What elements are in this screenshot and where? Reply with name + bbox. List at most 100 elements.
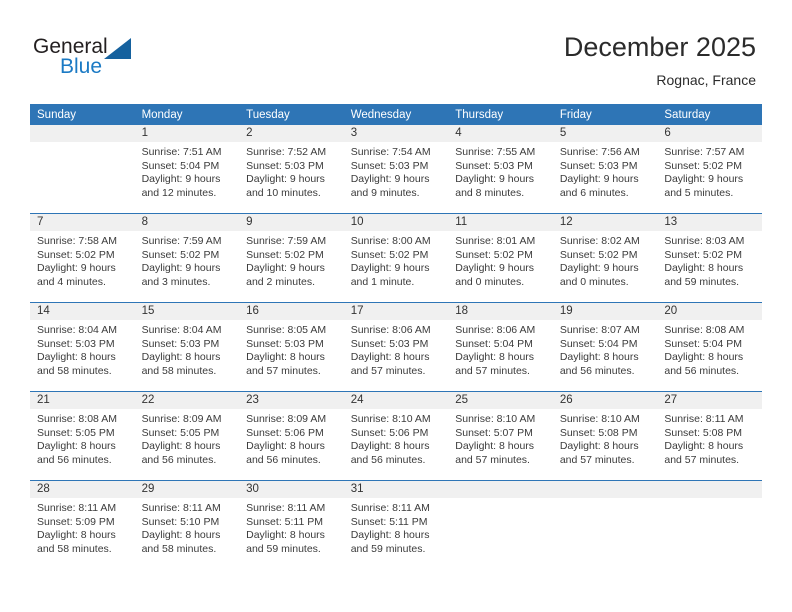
day-cell-empty: [552, 481, 658, 569]
day-cell[interactable]: 12 Sunrise: 8:02 AM Sunset: 5:02 PM Dayligh…: [552, 214, 658, 302]
day-details: Sunrise: 8:09 AM Sunset: 5:06 PM Daylight:…: [239, 409, 344, 467]
sunset-text: Sunset: 5:03 PM: [37, 337, 115, 350]
day-cell[interactable]: 20 Sunrise: 8:08 AM Sunset: 5:04 PM Dayligh…: [657, 303, 762, 391]
day-cell[interactable]: 14 Sunrise: 8:04 AM Sunset: 5:03 PM Dayligh…: [30, 303, 135, 391]
day-cell[interactable]: 13 Sunrise: 8:03 AM Sunset: 5:02 PM Dayligh…: [657, 214, 762, 302]
sunset-text: Sunset: 5:02 PM: [350, 248, 429, 261]
calendar-cell: 7 Sunrise: 7:58 AM Sunset: 5:02 PM Daylight…: [30, 213, 135, 303]
logo-triangle-icon: [104, 38, 131, 59]
generalblue-logo[interactable]: General Blue: [33, 36, 153, 84]
day-cell[interactable]: 26 Sunrise: 8:10 AM Sunset: 5:08 PM Dayligh…: [552, 392, 658, 480]
day-cell[interactable]: 22 Sunrise: 8:09 AM Sunset: 5:05 PM Dayligh…: [134, 392, 240, 480]
day-cell[interactable]: 9 Sunrise: 7:59 AM Sunset: 5:02 PM Daylight…: [239, 214, 344, 302]
sunrise-text: Sunrise: 8:08 AM: [37, 413, 117, 425]
day-cell[interactable]: 10 Sunrise: 8:00 AM Sunset: 5:02 PM Dayligh…: [343, 214, 449, 302]
daylight-text: Daylight: 9 hours: [559, 262, 639, 275]
day-cell[interactable]: 25 Sunrise: 8:10 AM Sunset: 5:07 PM Dayligh…: [448, 392, 553, 480]
calendar-cell: 8 Sunrise: 7:59 AM Sunset: 5:02 PM Daylight…: [134, 213, 240, 303]
day-cell[interactable]: 15 Sunrise: 8:04 AM Sunset: 5:03 PM Dayligh…: [134, 303, 240, 391]
day-cell[interactable]: 18 Sunrise: 8:06 AM Sunset: 5:04 PM Dayligh…: [448, 303, 553, 391]
day-number: [30, 125, 135, 142]
day-number: 24: [343, 392, 449, 409]
daylight-text-cont: and 57 minutes.: [559, 453, 635, 466]
day-cell[interactable]: 2 Sunrise: 7:52 AM Sunset: 5:03 PM Daylight…: [239, 125, 344, 213]
calendar-cell: 21 Sunrise: 8:08 AM Sunset: 5:05 PM Dayligh…: [30, 391, 135, 481]
calendar-cell: 10 Sunrise: 8:00 AM Sunset: 5:02 PM Dayligh…: [343, 213, 449, 303]
day-number: 30: [239, 481, 344, 498]
day-cell[interactable]: 29 Sunrise: 8:11 AM Sunset: 5:10 PM Dayligh…: [134, 481, 240, 569]
calendar-cell: 23 Sunrise: 8:09 AM Sunset: 5:06 PM Dayligh…: [239, 391, 344, 481]
day-cell[interactable]: 7 Sunrise: 7:58 AM Sunset: 5:02 PM Daylight…: [30, 214, 135, 302]
day-cell[interactable]: 16 Sunrise: 8:05 AM Sunset: 5:03 PM Dayligh…: [239, 303, 344, 391]
day-cell[interactable]: 19 Sunrise: 8:07 AM Sunset: 5:04 PM Dayligh…: [552, 303, 658, 391]
daylight-text-cont: and 0 minutes.: [455, 275, 525, 288]
day-cell[interactable]: 1 Sunrise: 7:51 AM Sunset: 5:04 PM Daylight…: [134, 125, 240, 213]
sunrise-text: Sunrise: 8:10 AM: [455, 413, 536, 425]
sunset-text: Sunset: 5:04 PM: [141, 159, 220, 172]
calendar-cell: [448, 480, 553, 569]
day-cell[interactable]: 27 Sunrise: 8:11 AM Sunset: 5:08 PM Dayligh…: [657, 392, 762, 480]
day-details: Sunrise: 8:09 AM Sunset: 5:05 PM Daylight:…: [135, 409, 240, 467]
sunset-text: Sunset: 5:02 PM: [664, 159, 743, 172]
calendar-cell: 3 Sunrise: 7:54 AM Sunset: 5:03 PM Daylight…: [343, 125, 449, 214]
day-cell[interactable]: 11 Sunrise: 8:01 AM Sunset: 5:02 PM Dayligh…: [448, 214, 553, 302]
sunrise-text: Sunrise: 8:00 AM: [350, 235, 431, 247]
daylight-text: Daylight: 8 hours: [559, 440, 639, 453]
sunset-text: Sunset: 5:03 PM: [350, 337, 429, 350]
day-number: 3: [343, 125, 449, 142]
day-number: 7: [30, 214, 135, 231]
day-cell[interactable]: 3 Sunrise: 7:54 AM Sunset: 5:03 PM Daylight…: [343, 125, 449, 213]
sunset-text: Sunset: 5:03 PM: [350, 159, 429, 172]
daylight-text: Daylight: 9 hours: [141, 262, 221, 275]
day-cell[interactable]: 8 Sunrise: 7:59 AM Sunset: 5:02 PM Daylight…: [134, 214, 240, 302]
day-cell[interactable]: 30 Sunrise: 8:11 AM Sunset: 5:11 PM Dayligh…: [239, 481, 344, 569]
daylight-text: Daylight: 8 hours: [664, 351, 744, 364]
calendar-cell: 12 Sunrise: 8:02 AM Sunset: 5:02 PM Dayligh…: [552, 213, 658, 303]
day-number: 26: [552, 392, 658, 409]
day-details: Sunrise: 8:08 AM Sunset: 5:05 PM Daylight:…: [30, 409, 135, 467]
calendar-cell: 11 Sunrise: 8:01 AM Sunset: 5:02 PM Dayligh…: [448, 213, 553, 303]
day-details: Sunrise: 8:11 AM Sunset: 5:11 PM Daylight:…: [239, 498, 344, 556]
logo-text-blue: Blue: [60, 55, 103, 78]
day-number: 12: [552, 214, 658, 231]
calendar-cell: 4 Sunrise: 7:55 AM Sunset: 5:03 PM Daylight…: [448, 125, 553, 214]
day-cell[interactable]: 4 Sunrise: 7:55 AM Sunset: 5:03 PM Daylight…: [448, 125, 553, 213]
daylight-text-cont: and 57 minutes.: [246, 364, 321, 377]
sunrise-text: Sunrise: 8:01 AM: [455, 235, 536, 247]
daylight-text: Daylight: 8 hours: [455, 440, 535, 453]
calendar-cell: 31 Sunrise: 8:11 AM Sunset: 5:11 PM Dayligh…: [343, 480, 449, 569]
day-cell[interactable]: 23 Sunrise: 8:09 AM Sunset: 5:06 PM Dayligh…: [239, 392, 344, 480]
sunrise-text: Sunrise: 8:11 AM: [350, 502, 430, 514]
sunset-text: Sunset: 5:05 PM: [37, 426, 115, 439]
calendar-cell: [657, 480, 762, 569]
daylight-text: Daylight: 9 hours: [350, 173, 430, 186]
sunset-text: Sunset: 5:05 PM: [141, 426, 220, 439]
day-cell[interactable]: 31 Sunrise: 8:11 AM Sunset: 5:11 PM Dayligh…: [343, 481, 449, 569]
daylight-text-cont: and 58 minutes.: [141, 364, 217, 377]
calendar-cell: 28 Sunrise: 8:11 AM Sunset: 5:09 PM Dayligh…: [30, 480, 135, 569]
sunset-text: Sunset: 5:11 PM: [350, 515, 428, 528]
calendar-body: 1 Sunrise: 7:51 AM Sunset: 5:04 PM Daylight…: [30, 125, 762, 569]
daylight-text-cont: and 56 minutes.: [141, 453, 217, 466]
sunrise-text: Sunrise: 7:51 AM: [141, 146, 222, 158]
day-number: 1: [134, 125, 240, 142]
day-cell[interactable]: 5 Sunrise: 7:56 AM Sunset: 5:03 PM Daylight…: [552, 125, 658, 213]
sunset-text: Sunset: 5:10 PM: [141, 515, 220, 528]
sunset-text: Sunset: 5:03 PM: [559, 159, 638, 172]
sunrise-text: Sunrise: 8:10 AM: [350, 413, 431, 425]
sunset-text: Sunset: 5:03 PM: [141, 337, 220, 350]
day-cell[interactable]: 6 Sunrise: 7:57 AM Sunset: 5:02 PM Daylight…: [657, 125, 762, 213]
day-cell[interactable]: 17 Sunrise: 8:06 AM Sunset: 5:03 PM Dayligh…: [343, 303, 449, 391]
day-cell[interactable]: 24 Sunrise: 8:10 AM Sunset: 5:06 PM Dayligh…: [343, 392, 449, 480]
day-cell[interactable]: 21 Sunrise: 8:08 AM Sunset: 5:05 PM Dayligh…: [30, 392, 135, 480]
sunrise-text: Sunrise: 8:09 AM: [141, 413, 222, 425]
weekday-header-friday: Friday: [552, 104, 658, 125]
sunset-text: Sunset: 5:02 PM: [559, 248, 638, 261]
calendar-cell: 1 Sunrise: 7:51 AM Sunset: 5:04 PM Daylight…: [134, 125, 240, 214]
daylight-text: Daylight: 8 hours: [350, 529, 430, 542]
calendar-cell: 26 Sunrise: 8:10 AM Sunset: 5:08 PM Dayligh…: [552, 391, 658, 481]
day-number: 28: [30, 481, 135, 498]
calendar-page: General Blue December 2025 Rognac, Franc…: [0, 0, 792, 612]
day-cell[interactable]: 28 Sunrise: 8:11 AM Sunset: 5:09 PM Dayligh…: [30, 481, 135, 569]
day-details: Sunrise: 8:00 AM Sunset: 5:02 PM Daylight:…: [344, 231, 449, 289]
